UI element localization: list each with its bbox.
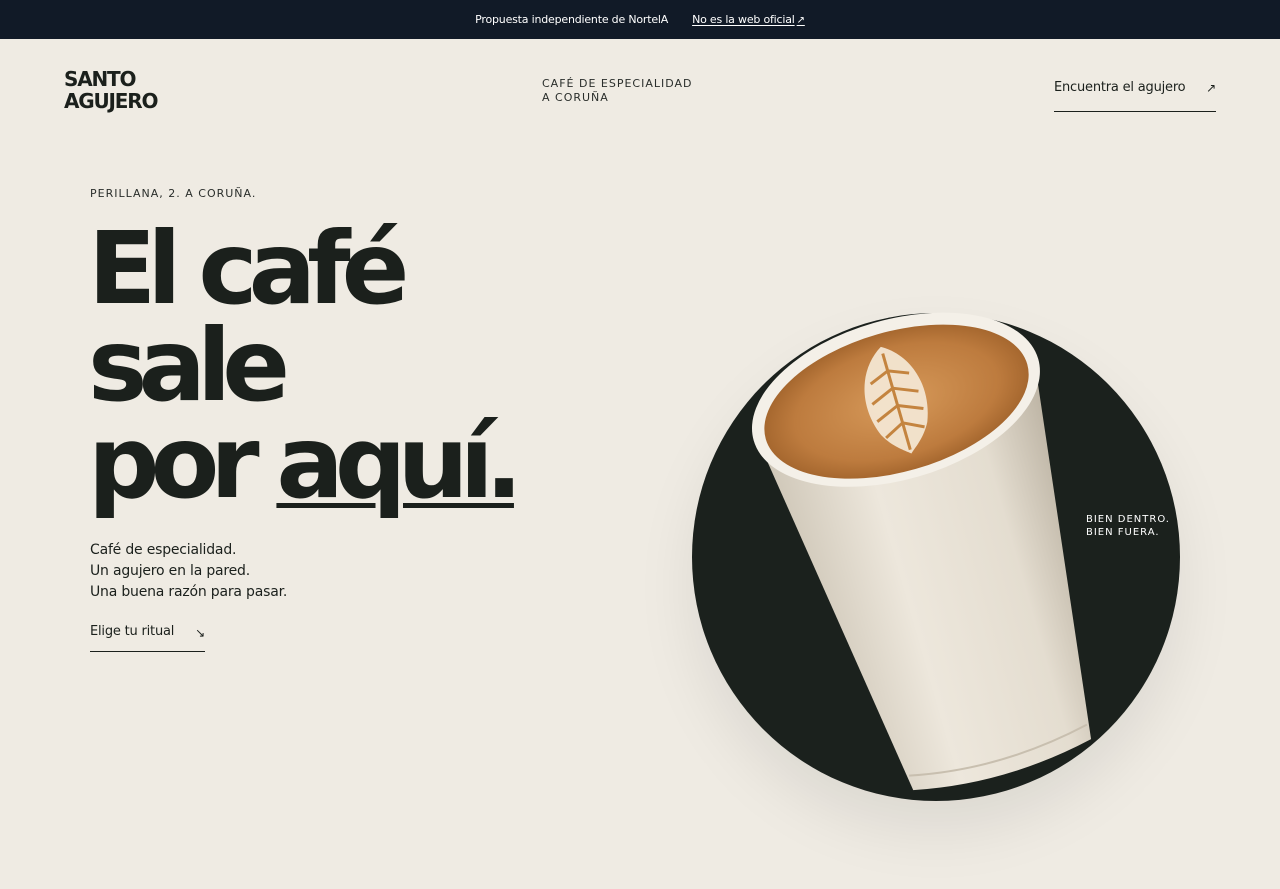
logo-line-2: AGUJERO (64, 89, 158, 113)
headline-line-2: sale (88, 307, 290, 424)
choose-ritual-label: Elige tu ritual (90, 624, 175, 639)
site-logo[interactable]: SANTO AGUJERO (64, 67, 158, 113)
find-location-link[interactable]: Encuentra el agujero ↗ (1054, 80, 1216, 112)
hero-headline: El café sale por aquí. (88, 210, 523, 521)
unofficial-site-link[interactable]: No es la web oficial ↗ (692, 13, 805, 26)
top-banner: Propuesta independiente de NortelA No es… (0, 0, 1280, 39)
banner-text: Propuesta independiente de NortelA (475, 13, 669, 26)
header-tagline: CAFÉ DE ESPECIALIDAD A CORUÑA (542, 77, 693, 105)
arrow-down-right-icon: ↘ (195, 626, 205, 640)
desc-line-1: Café de especialidad. (90, 542, 237, 558)
choose-ritual-link[interactable]: Elige tu ritual ↘ (90, 624, 205, 652)
arrow-up-right-icon: ↗ (1206, 81, 1216, 95)
circle-caption: BIEN DENTRO. BIEN FUERA. (1086, 513, 1170, 539)
circle-caption-line-2: BIEN FUERA. (1086, 527, 1160, 538)
tagline-line-2: A CORUÑA (542, 91, 609, 104)
address-label: PERILLANA, 2. A CORUÑA. (90, 187, 257, 200)
find-location-label: Encuentra el agujero (1054, 80, 1186, 95)
headline-line-1: El café (88, 210, 409, 327)
dark-circle-backdrop (692, 313, 1180, 801)
desc-line-3: Una buena razón para pasar. (90, 584, 288, 600)
headline-emphasis: aquí. (276, 404, 523, 521)
circle-caption-line-1: BIEN DENTRO. (1086, 514, 1170, 525)
desc-line-2: Un agujero en la pared. (90, 563, 250, 579)
logo-line-1: SANTO (64, 67, 136, 91)
hero-description: Café de especialidad. Un agujero en la p… (90, 540, 287, 603)
headline-line-3: por aquí. (88, 404, 523, 521)
tagline-line-1: CAFÉ DE ESPECIALIDAD (542, 77, 693, 90)
arrow-up-right-icon: ↗ (796, 15, 805, 26)
